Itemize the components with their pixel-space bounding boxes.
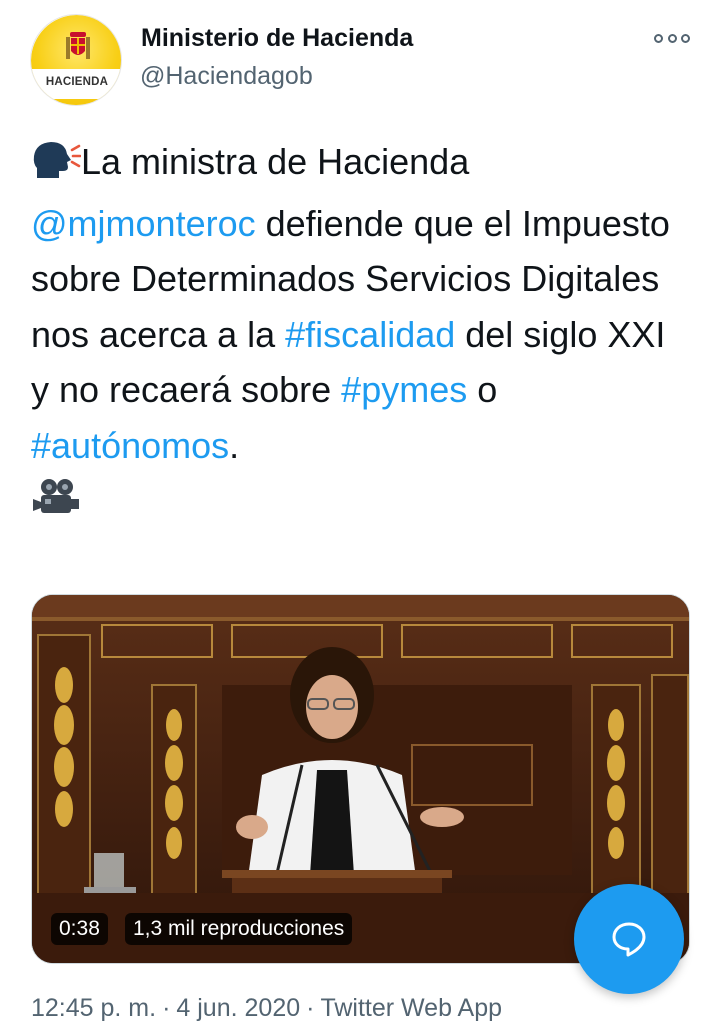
tweet-text-part: La ministra de Hacienda — [81, 141, 470, 182]
compose-button[interactable] — [574, 884, 684, 994]
dot — [654, 33, 663, 43]
account-handle[interactable]: @Haciendagob — [140, 62, 313, 91]
meta-separator: · — [162, 994, 171, 1022]
dot — [681, 33, 690, 43]
movie-camera-icon — [33, 479, 79, 513]
hashtag-link[interactable]: #fiscalidad — [285, 314, 455, 355]
movie-camera-emoji — [31, 477, 81, 535]
speaking-head-icon — [33, 142, 82, 178]
mention-link[interactable]: @mjmonteroc — [31, 203, 256, 244]
coat-of-arms-icon — [66, 32, 90, 59]
tweet-text-part: o — [467, 369, 498, 410]
tweet-text-part: . — [229, 424, 240, 466]
meta-separator: · — [306, 994, 315, 1022]
dot — [667, 33, 677, 43]
tweet-source[interactable]: Twitter Web App — [320, 994, 502, 1022]
video-views-badge: 1,3 mil reproducciones — [125, 913, 353, 945]
hashtag-link[interactable]: #pymes — [341, 369, 467, 410]
video-duration-badge: 0:38 — [51, 913, 108, 945]
reply-bubble-icon — [612, 922, 646, 957]
avatar[interactable]: HACIENDA — [30, 14, 122, 106]
tweet-meta: 12:45 p. m. · 4 jun. 2020 · Twitter Web App — [31, 994, 502, 1023]
tweet-time[interactable]: 12:45 p. m. — [31, 994, 156, 1022]
tweet-date[interactable]: 4 jun. 2020 — [176, 994, 300, 1022]
tweet: HACIENDA Ministerio de Hacienda @Haciend… — [0, 0, 720, 1033]
hashtag-link[interactable]: #autónomos — [31, 425, 229, 466]
avatar-label: HACIENDA — [45, 76, 109, 88]
more-horizontal-icon[interactable] — [654, 28, 690, 48]
speaking-head-emoji — [31, 140, 82, 196]
tweet-text: La ministra de Hacienda @mjmonteroc defi… — [31, 134, 691, 535]
account-name[interactable]: Ministerio de Hacienda — [141, 24, 413, 53]
